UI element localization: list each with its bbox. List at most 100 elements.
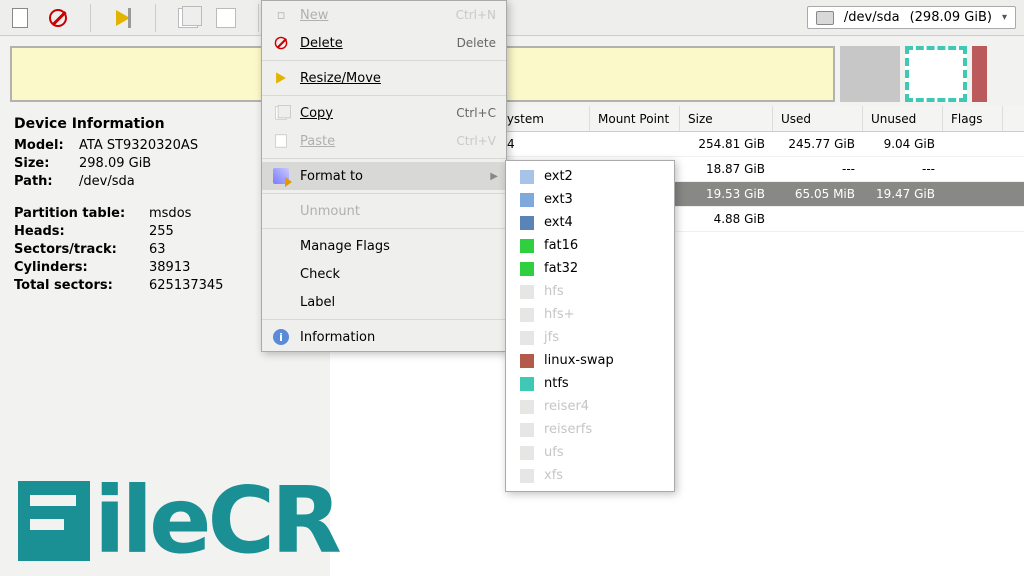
toolbar-divider (258, 4, 259, 32)
fs-swatch-icon (520, 331, 534, 345)
format-option-ext2[interactable]: ext2 (506, 165, 674, 188)
sectors-label: Sectors/track: (14, 242, 149, 257)
cylinders-value: 38913 (149, 260, 190, 275)
totalsectors-value: 625137345 (149, 278, 223, 293)
fs-swatch-icon (520, 400, 534, 414)
fs-swatch-icon (520, 377, 534, 391)
paste-icon[interactable] (214, 6, 238, 30)
cell-used: 65.05 MiB (773, 187, 863, 201)
menu-delete[interactable]: Delete Delete (262, 29, 506, 57)
menu-separator (262, 158, 506, 159)
fs-swatch-icon (520, 423, 534, 437)
heads-label: Heads: (14, 224, 149, 239)
col-size[interactable]: Size (680, 106, 773, 131)
cell-unused: 19.47 GiB (863, 187, 943, 201)
fs-swatch-icon (520, 216, 534, 230)
fs-name: fat32 (544, 261, 578, 276)
resize-icon[interactable] (111, 6, 135, 30)
copy-icon (272, 104, 290, 122)
format-option-jfs: jfs (506, 326, 674, 349)
menu-manage-flags[interactable]: Manage Flags (262, 232, 506, 260)
paste-icon (272, 132, 290, 150)
menu-separator (262, 60, 506, 61)
col-flags[interactable]: Flags (943, 106, 1003, 131)
path-value: /dev/sda (79, 174, 135, 189)
parttable-label: Partition table: (14, 206, 149, 221)
device-path: /dev/sda (844, 10, 900, 25)
fs-name: fat16 (544, 238, 578, 253)
cylinders-label: Cylinders: (14, 260, 149, 275)
cell-unused: 9.04 GiB (863, 137, 943, 151)
fs-swatch-icon (520, 193, 534, 207)
fs-swatch-icon (520, 308, 534, 322)
new-partition-icon[interactable] (8, 6, 32, 30)
fs-name: ext4 (544, 215, 573, 230)
menu-format-to[interactable]: Format to ▶ (262, 162, 506, 190)
format-option-hfs: hfs (506, 280, 674, 303)
fs-name: jfs (544, 330, 559, 345)
chevron-down-icon: ▾ (1002, 12, 1007, 23)
fs-name: ext3 (544, 192, 573, 207)
fs-name: ntfs (544, 376, 569, 391)
menu-label[interactable]: Label (262, 288, 506, 316)
fs-swatch-icon (520, 469, 534, 483)
fs-swatch-icon (520, 354, 534, 368)
format-option-ext4[interactable]: ext4 (506, 211, 674, 234)
menu-check[interactable]: Check (262, 260, 506, 288)
parttable-value: msdos (149, 206, 191, 221)
partition-block-sda3[interactable] (972, 46, 987, 102)
model-value: ATA ST9320320AS (79, 138, 198, 153)
device-size: (298.09 GiB) (910, 10, 992, 25)
toolbar-divider (90, 4, 91, 32)
partition-map[interactable] (10, 46, 1014, 102)
info-icon: i (272, 328, 290, 346)
menu-separator (262, 193, 506, 194)
partition-block-sda2[interactable] (905, 46, 967, 102)
submenu-arrow-icon: ▶ (490, 171, 498, 182)
cell-size: 19.53 GiB (680, 187, 773, 201)
menu-unmount: Unmount (262, 197, 506, 225)
cell-used: --- (773, 162, 863, 176)
toolbar: /dev/sda (298.09 GiB) ▾ (0, 0, 1024, 36)
format-icon (272, 167, 290, 185)
col-mountpoint[interactable]: Mount Point (590, 106, 680, 131)
fs-name: hfs (544, 284, 564, 299)
format-option-fat16[interactable]: fat16 (506, 234, 674, 257)
fs-name: ufs (544, 445, 564, 460)
partition-block-unallocated[interactable] (840, 46, 900, 102)
copy-icon[interactable] (176, 6, 200, 30)
menu-resize[interactable]: Resize/Move (262, 64, 506, 92)
format-option-ntfs[interactable]: ntfs (506, 372, 674, 395)
resize-icon (272, 69, 290, 87)
menu-separator (262, 228, 506, 229)
fs-swatch-icon (520, 239, 534, 253)
fs-name: ext2 (544, 169, 573, 184)
format-option-linux-swap[interactable]: linux-swap (506, 349, 674, 372)
format-option-reiserfs: reiserfs (506, 418, 674, 441)
col-used[interactable]: Used (773, 106, 863, 131)
format-option-ext3[interactable]: ext3 (506, 188, 674, 211)
size-label: Size: (14, 156, 79, 171)
menu-separator (262, 319, 506, 320)
fs-swatch-icon (520, 446, 534, 460)
format-option-hfsplus: hfs+ (506, 303, 674, 326)
fs-swatch-icon (520, 262, 534, 276)
cell-size: 254.81 GiB (680, 137, 773, 151)
toolbar-divider (155, 4, 156, 32)
fs-swatch-icon (520, 170, 534, 184)
device-selector[interactable]: /dev/sda (298.09 GiB) ▾ (807, 6, 1016, 29)
cell-size: 4.88 GiB (680, 212, 773, 226)
new-icon: ▫ (272, 6, 290, 24)
format-option-reiser4: reiser4 (506, 395, 674, 418)
menu-copy[interactable]: Copy Ctrl+C (262, 99, 506, 127)
format-submenu: ext2 ext3 ext4 fat16 fat32 hfs hfs+ jfs linux-sw… (505, 160, 675, 492)
delete-icon[interactable] (46, 6, 70, 30)
format-option-ufs: ufs (506, 441, 674, 464)
col-unused[interactable]: Unused (863, 106, 943, 131)
menu-separator (262, 95, 506, 96)
format-option-xfs: xfs (506, 464, 674, 487)
cell-size: 18.87 GiB (680, 162, 773, 176)
menu-information[interactable]: i Information (262, 323, 506, 351)
fs-name: reiser4 (544, 399, 589, 414)
format-option-fat32[interactable]: fat32 (506, 257, 674, 280)
